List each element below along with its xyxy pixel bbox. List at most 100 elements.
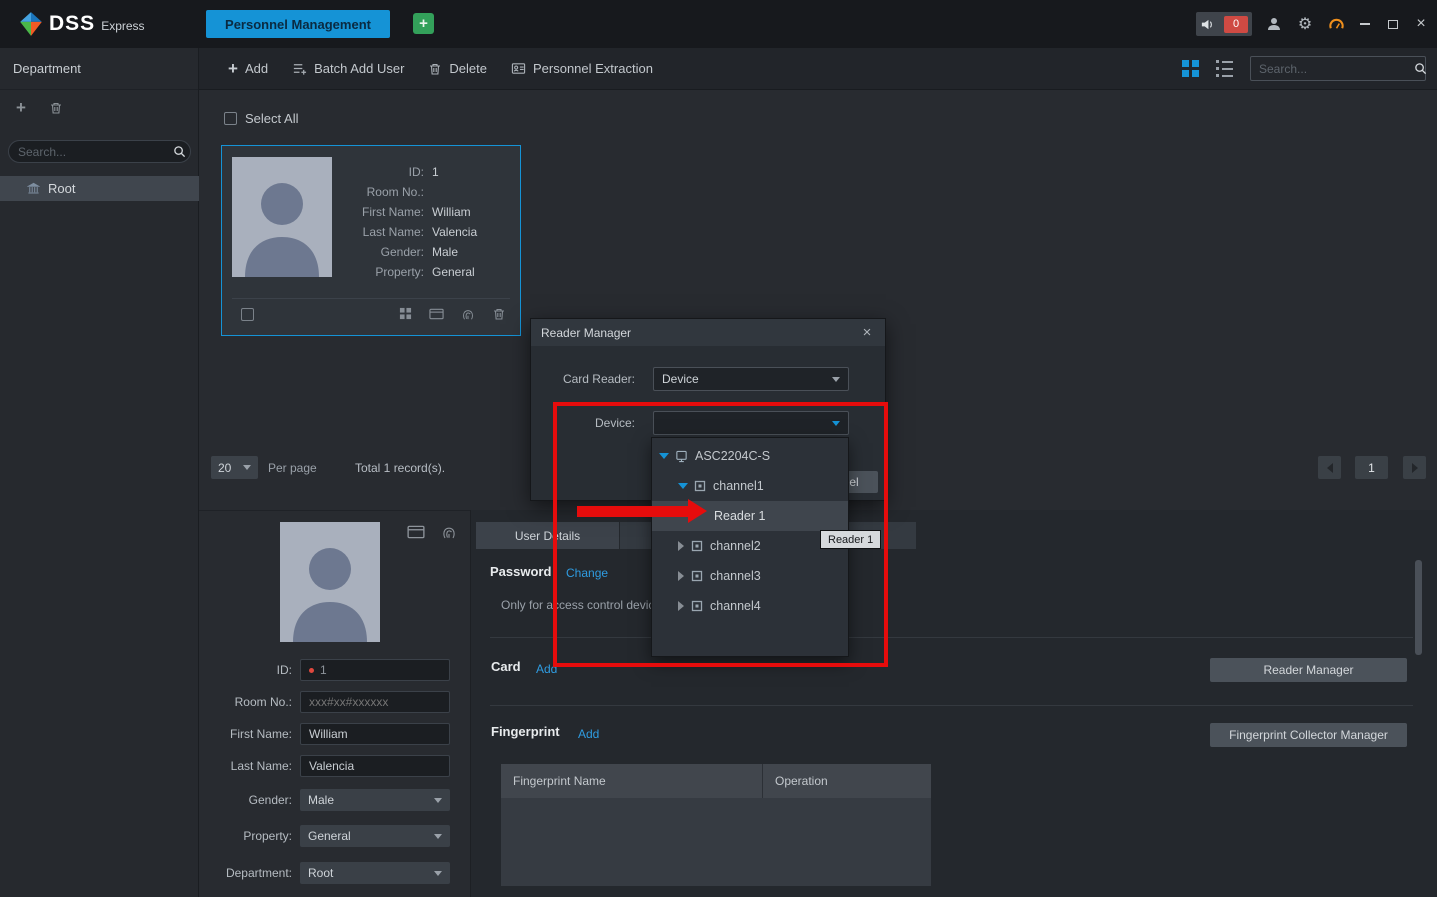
personnel-search-input[interactable] [1259, 62, 1414, 76]
fingerprint-button[interactable] [439, 523, 459, 541]
topbar-controls: 0 ⚙ × [1196, 12, 1429, 36]
last-name-field[interactable] [300, 755, 450, 777]
chevron-down-icon [243, 465, 251, 470]
department-label: Department: [199, 866, 292, 880]
expand-caret-icon[interactable] [678, 571, 684, 581]
close-button[interactable]: × [1413, 15, 1429, 33]
maximize-button[interactable] [1385, 15, 1401, 33]
department-select[interactable]: Root [300, 862, 450, 884]
authorize-button[interactable] [398, 306, 413, 321]
property-select[interactable]: General [300, 825, 450, 847]
device-label: Device: [531, 411, 635, 435]
gender-value: Male [308, 793, 334, 807]
chevron-down-icon [434, 798, 442, 803]
person-card-checkbox[interactable] [241, 308, 254, 321]
page-size-select[interactable]: 20 [211, 456, 258, 479]
add-person-button[interactable]: + Add [228, 61, 268, 76]
dialog-titlebar[interactable]: Reader Manager [531, 319, 885, 346]
trash-icon [428, 62, 442, 76]
next-page-button[interactable] [1403, 456, 1426, 479]
card-reader-select[interactable]: Device [653, 367, 849, 391]
details-avatar[interactable] [280, 522, 380, 642]
scrollbar[interactable] [1415, 560, 1422, 655]
form-row-id: ID: 1 [199, 659, 450, 681]
reader-manager-button[interactable]: Reader Manager [1210, 658, 1407, 682]
tab-user-details[interactable]: User Details [476, 522, 619, 549]
sidebar-item-root[interactable]: Root [0, 176, 199, 201]
chevron-right-icon [1412, 463, 1418, 473]
id-label: ID: [199, 663, 292, 677]
sidebar-item-label: Root [48, 181, 75, 196]
delete-label: Delete [449, 61, 487, 76]
tree-item-device[interactable]: ASC2204C-S [652, 441, 848, 471]
collapse-caret-icon[interactable] [659, 453, 669, 459]
delete-person-card-button[interactable] [491, 306, 506, 321]
form-row-room: Room No.: [199, 691, 450, 713]
form-row-gender: Gender: Male [199, 789, 450, 811]
batch-add-user-button[interactable]: Batch Add User [292, 61, 404, 76]
toolbar-right [1182, 56, 1426, 81]
person-card-actions [398, 306, 506, 321]
card-add-link[interactable]: Add [536, 662, 557, 676]
user-account-button[interactable] [1265, 15, 1283, 33]
first-name-field[interactable] [300, 723, 450, 745]
current-page[interactable]: 1 [1355, 456, 1388, 479]
device-select[interactable] [653, 411, 849, 435]
new-tab-button[interactable]: + [413, 13, 434, 34]
personnel-search[interactable] [1250, 56, 1426, 81]
expand-caret-icon[interactable] [678, 541, 684, 551]
minimize-button[interactable] [1357, 15, 1373, 33]
card-button[interactable] [429, 306, 444, 321]
collapse-caret-icon[interactable] [678, 483, 688, 489]
department-value: Root [308, 866, 333, 880]
close-icon: × [863, 324, 872, 341]
tree-item-channel1[interactable]: channel1 [652, 471, 848, 501]
delete-person-button[interactable]: Delete [428, 61, 487, 76]
room-field[interactable] [300, 691, 450, 713]
trash-icon [492, 307, 506, 321]
fingerprint-add-link[interactable]: Add [578, 727, 599, 741]
personnel-extraction-button[interactable]: Personnel Extraction [511, 61, 653, 76]
app-logo: DSS Express [18, 11, 145, 37]
search-icon[interactable] [173, 145, 186, 158]
add-department-button[interactable]: + [13, 100, 29, 116]
alarm-sound-control[interactable]: 0 [1196, 12, 1252, 36]
tree-item-channel3[interactable]: channel3 [652, 561, 848, 591]
plus-icon: + [16, 98, 26, 118]
tab-personnel-management[interactable]: Personnel Management [206, 10, 390, 38]
dialog-close-button[interactable]: × [857, 322, 877, 342]
gauge-icon [1328, 16, 1345, 33]
list-view-button[interactable] [1216, 60, 1233, 77]
prev-page-button[interactable] [1318, 456, 1341, 479]
id-field[interactable]: 1 [300, 659, 450, 681]
password-change-link[interactable]: Change [566, 566, 608, 580]
total-records-label: Total 1 record(s). [355, 461, 445, 475]
person-card[interactable]: ID:1 Room No.: First Name:William Last N… [221, 145, 521, 336]
delete-department-button[interactable] [48, 100, 64, 116]
expand-caret-icon[interactable] [678, 601, 684, 611]
gender-select[interactable]: Male [300, 789, 450, 811]
tree-item-channel2[interactable]: channel2 [652, 531, 848, 561]
topbar: DSS Express Personnel Management + 0 [0, 0, 1437, 48]
maximize-icon [1388, 20, 1398, 29]
search-icon[interactable] [1414, 62, 1427, 75]
fingerprint-collector-manager-button[interactable]: Fingerprint Collector Manager [1210, 723, 1407, 747]
app-edition: Express [101, 19, 144, 33]
fingerprint-button[interactable] [460, 306, 475, 321]
sidebar-tools: + [13, 100, 64, 116]
id-card-icon [511, 61, 526, 76]
tree-item-reader1[interactable]: Reader 1 [652, 501, 848, 531]
department-search[interactable] [8, 140, 191, 163]
field-gender: Gender:Male [222, 242, 518, 262]
card-reader-label: Card Reader: [531, 367, 635, 391]
password-label: Password [490, 564, 551, 579]
system-monitor-button[interactable] [1327, 15, 1345, 33]
settings-button[interactable]: ⚙ [1296, 15, 1314, 33]
select-all-checkbox[interactable] [224, 112, 237, 125]
required-dot-icon [309, 668, 314, 673]
tree-item-channel4[interactable]: channel4 [652, 591, 848, 621]
card-button[interactable] [406, 523, 426, 541]
personnel-extraction-label: Personnel Extraction [533, 61, 653, 76]
card-view-button[interactable] [1182, 60, 1199, 77]
department-search-input[interactable] [18, 145, 173, 159]
